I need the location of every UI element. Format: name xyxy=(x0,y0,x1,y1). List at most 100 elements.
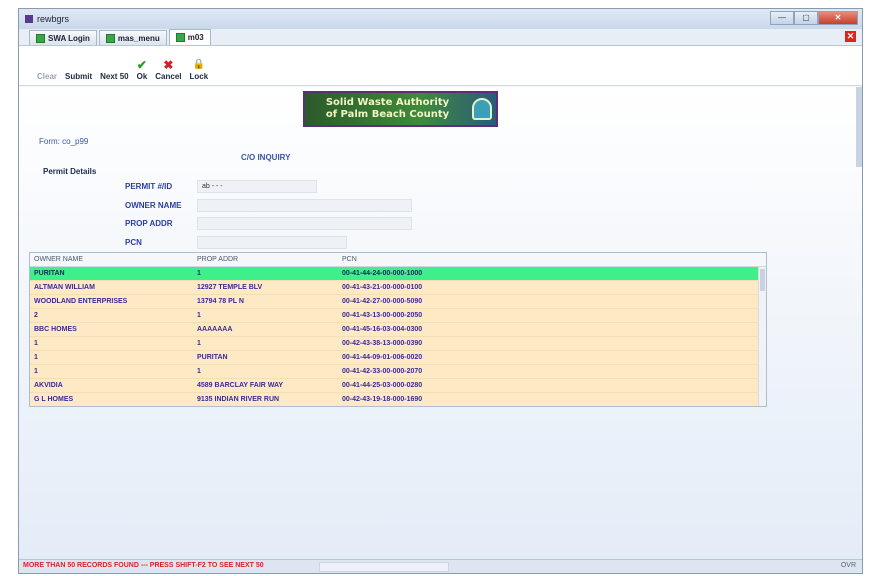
owner-cell: 1 xyxy=(34,340,38,347)
addr-cell: 1 xyxy=(197,340,201,347)
owner-cell: BBC HOMES xyxy=(34,326,77,333)
submit-button[interactable]: Submit xyxy=(65,58,92,81)
tab-swa-login[interactable]: SWA Login xyxy=(29,30,97,45)
owner-cell: G L HOMES xyxy=(34,396,74,403)
pcn-cell: 00-42-43-19-18-000-1690 xyxy=(342,396,423,403)
pcn-field[interactable] xyxy=(197,236,347,249)
owner-cell: 1 xyxy=(34,368,38,375)
app-icon xyxy=(25,15,33,23)
banner-line-2: of Palm Beach County xyxy=(325,109,450,120)
maximize-button[interactable]: ▢ xyxy=(794,11,818,25)
owner-cell: AKVIDIA xyxy=(34,382,63,389)
clear-button[interactable]: Clear xyxy=(37,58,57,81)
pcn-cell: 00-42-43-38-13-000-0390 xyxy=(342,340,423,347)
owner-cell: ALTMAN WILLIAM xyxy=(34,284,95,291)
permit-id-field[interactable]: ab - - - xyxy=(197,180,317,193)
table-row[interactable]: AKVIDIA 4589 BARCLAY FAIR WAY 00-41-44-2… xyxy=(30,379,766,393)
addr-cell: 1 xyxy=(197,270,201,277)
addr-cell: AAAAAAA xyxy=(197,326,233,333)
ok-button[interactable]: ✔ Ok xyxy=(137,58,148,81)
button-label: Clear xyxy=(37,72,58,81)
checkmark-icon: ✔ xyxy=(136,58,147,72)
addr-cell: 13794 78 PL N xyxy=(197,298,244,305)
pcn-cell: 00-41-43-21-00-000-0100 xyxy=(342,284,423,291)
form-icon xyxy=(105,33,115,43)
prop-addr-label: PROP ADDR xyxy=(125,219,173,228)
table-row[interactable]: 1 PURITAN 00-41-44-09-01-006-0020 xyxy=(30,351,766,365)
owner-cell: 2 xyxy=(34,312,38,319)
tab-m03[interactable]: m03 xyxy=(168,29,211,45)
form-icon xyxy=(36,33,45,43)
pcn-label: PCN xyxy=(125,238,142,247)
lock-icon: 🔒 xyxy=(192,59,206,70)
form-content: Solid Waste Authority of Palm Beach Coun… xyxy=(19,87,862,561)
status-mode-indicator: OVR xyxy=(840,562,856,569)
close-window-button[interactable]: ✕ xyxy=(818,11,858,25)
column-header-prop-addr[interactable]: PROP ADDR xyxy=(193,253,338,266)
next-50-button[interactable]: Next 50 xyxy=(100,58,128,81)
pcn-cell: 00-41-44-25-03-000-0280 xyxy=(342,382,423,389)
addr-cell: 1 xyxy=(197,312,201,319)
status-field xyxy=(319,562,449,572)
table-row[interactable]: 2 1 00-41-43-13-00-000-2050 xyxy=(30,309,766,323)
minimize-button[interactable]: — xyxy=(770,11,794,25)
vertical-scrollbar[interactable] xyxy=(856,87,862,167)
lock-button[interactable]: 🔒 Lock xyxy=(190,58,209,81)
pcn-cell: 00-41-44-09-01-006-0020 xyxy=(342,354,423,361)
status-bar: MORE THAN 50 RECORDS FOUND --- PRESS SHI… xyxy=(19,559,862,573)
toolbar: Clear Submit Next 50 ✔ Ok ✖ Cancel 🔒 Loc… xyxy=(19,46,862,86)
cross-icon: ✖ xyxy=(163,58,174,72)
button-label: Cancel xyxy=(155,72,182,81)
app-window: rewbgrs — ▢ ✕ SWA Login mas_menu m03 ✕ C… xyxy=(18,8,863,574)
swa-logo-banner: Solid Waste Authority of Palm Beach Coun… xyxy=(303,91,498,127)
section-title: Permit Details xyxy=(43,167,97,176)
tab-bar: SWA Login mas_menu m03 ✕ xyxy=(19,29,862,46)
button-label: Lock xyxy=(189,72,209,81)
addr-cell: 4589 BARCLAY FAIR WAY xyxy=(197,382,284,389)
tab-label: m03 xyxy=(187,33,204,42)
owner-name-field[interactable] xyxy=(197,199,412,212)
table-row[interactable]: BBC HOMES AAAAAAA 00-41-45-16-03-004-030… xyxy=(30,323,766,337)
addr-cell: 1 xyxy=(197,368,201,375)
button-label: Next 50 xyxy=(100,72,129,81)
swa-emblem-icon xyxy=(472,98,492,120)
permit-id-label: PERMIT #/ID xyxy=(125,182,173,191)
table-row[interactable]: G L HOMES 9135 INDIAN RIVER RUN 00-42-43… xyxy=(30,393,766,406)
addr-cell: 9135 INDIAN RIVER RUN xyxy=(197,396,280,403)
cancel-button[interactable]: ✖ Cancel xyxy=(155,58,181,81)
owner-cell: PURITAN xyxy=(34,270,65,277)
tab-label: mas_menu xyxy=(117,33,160,43)
table-header: OWNER NAME PROP ADDR PCN xyxy=(30,253,766,267)
button-label: Ok xyxy=(136,72,148,81)
addr-cell: 12927 TEMPLE BLV xyxy=(197,284,263,291)
pcn-cell: 00-41-42-33-00-000-2070 xyxy=(342,368,423,375)
title-bar[interactable]: rewbgrs — ▢ ✕ xyxy=(19,9,862,29)
form-icon xyxy=(175,33,185,42)
page-title: C/O INQUIRY xyxy=(241,153,291,162)
status-message: MORE THAN 50 RECORDS FOUND --- PRESS SHI… xyxy=(23,562,264,569)
pcn-cell: 00-41-43-13-00-000-2050 xyxy=(342,312,423,319)
pcn-cell: 00-41-42-27-00-000-5090 xyxy=(342,298,423,305)
owner-cell: 1 xyxy=(34,354,38,361)
pcn-cell: 00-41-44-24-00-000-1000 xyxy=(342,270,423,277)
window-title: rewbgrs xyxy=(37,14,70,24)
tab-label: SWA Login xyxy=(48,33,90,43)
scrollbar-thumb[interactable] xyxy=(760,269,765,291)
column-header-pcn[interactable]: PCN xyxy=(338,253,748,266)
close-tab-icon[interactable]: ✕ xyxy=(845,31,856,42)
table-row[interactable]: 1 1 00-42-43-38-13-000-0390 xyxy=(30,337,766,351)
table-row[interactable]: ALTMAN WILLIAM 12927 TEMPLE BLV 00-41-43… xyxy=(30,281,766,295)
table-scrollbar[interactable] xyxy=(758,267,766,406)
table-row[interactable]: 1 1 00-41-42-33-00-000-2070 xyxy=(30,365,766,379)
form-id-label: Form: co_p99 xyxy=(39,137,89,146)
table-row-selected[interactable]: PURITAN 1 00-41-44-24-00-000-1000 xyxy=(30,267,766,281)
addr-cell: PURITAN xyxy=(197,354,228,361)
table-row[interactable]: WOODLAND ENTERPRISES 13794 78 PL N 00-41… xyxy=(30,295,766,309)
pcn-cell: 00-41-45-16-03-004-0300 xyxy=(342,326,423,333)
tab-mas-menu[interactable]: mas_menu xyxy=(98,30,167,45)
owner-cell: WOODLAND ENTERPRISES xyxy=(34,298,128,305)
button-label: Submit xyxy=(65,72,93,81)
banner-line-1: Solid Waste Authority xyxy=(325,97,450,108)
column-header-owner-name[interactable]: OWNER NAME xyxy=(30,253,193,266)
prop-addr-field[interactable] xyxy=(197,217,412,230)
